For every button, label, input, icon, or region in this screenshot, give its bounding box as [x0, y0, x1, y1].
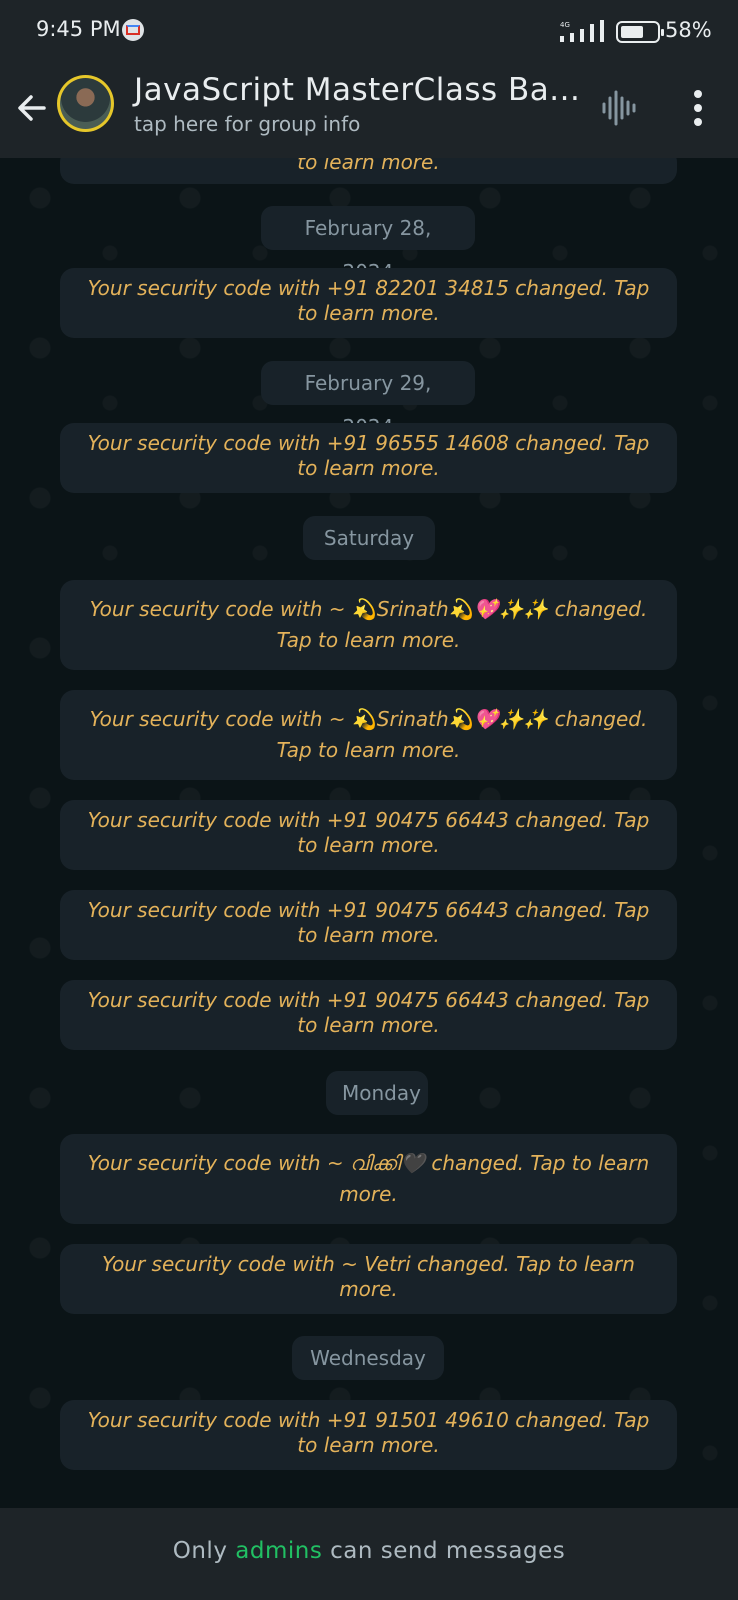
svg-text:4G: 4G: [560, 21, 570, 29]
system-message[interactable]: Your security code with ~ 💫Srinath💫💖✨✨ c…: [60, 580, 677, 670]
voice-chat-icon[interactable]: [598, 88, 638, 128]
notice-prefix: Only: [172, 1538, 228, 1564]
chat-header: JavaScript MasterClass Ba... tap here fo…: [0, 60, 738, 158]
avatar-photo: [60, 78, 111, 129]
system-message[interactable]: Your security code with ~ വിക്കി🖤 change…: [60, 1134, 677, 1224]
admins-only-bar: Only admins can send messages: [0, 1508, 738, 1600]
system-message[interactable]: Your security code with +91 82201 34815 …: [60, 268, 677, 338]
admins-only-notice: Only admins can send messages: [0, 1538, 738, 1564]
date-divider: Saturday: [303, 516, 435, 560]
system-message[interactable]: Your security code with +91 96555 14608 …: [60, 423, 677, 493]
date-divider: Wednesday: [292, 1336, 444, 1380]
system-message[interactable]: to learn more.: [60, 158, 677, 184]
battery-percent: 58%: [665, 18, 712, 42]
gmail-icon: [122, 19, 144, 41]
status-bar: 9:45 PM 4G 58%: [0, 0, 738, 60]
status-time: 9:45 PM: [36, 17, 121, 41]
system-message[interactable]: Your security code with +91 90475 66443 …: [60, 890, 677, 960]
more-vert-icon[interactable]: [683, 86, 713, 130]
group-title[interactable]: JavaScript MasterClass Ba...: [134, 72, 580, 108]
admins-link[interactable]: admins: [235, 1538, 322, 1564]
signal-icon: 4G: [560, 20, 604, 42]
group-info-hint[interactable]: tap here for group info: [134, 112, 360, 136]
notice-suffix: can send messages: [330, 1538, 566, 1564]
system-message[interactable]: Your security code with ~ 💫Srinath💫💖✨✨ c…: [60, 690, 677, 780]
system-message[interactable]: Your security code with +91 91501 49610 …: [60, 1400, 677, 1470]
back-arrow-icon[interactable]: [12, 88, 52, 128]
system-message[interactable]: Your security code with ~ Vetri changed.…: [60, 1244, 677, 1314]
system-message[interactable]: Your security code with +91 90475 66443 …: [60, 980, 677, 1050]
system-message[interactable]: Your security code with +91 90475 66443 …: [60, 800, 677, 870]
battery-icon: [616, 21, 664, 43]
chat-area[interactable]: to learn more. February 28, 2024 Your se…: [0, 158, 738, 1508]
date-divider: Monday: [326, 1071, 428, 1115]
date-divider: February 28, 2024: [261, 206, 475, 284]
group-avatar[interactable]: [57, 75, 114, 132]
date-divider: February 29, 2024: [261, 361, 475, 439]
